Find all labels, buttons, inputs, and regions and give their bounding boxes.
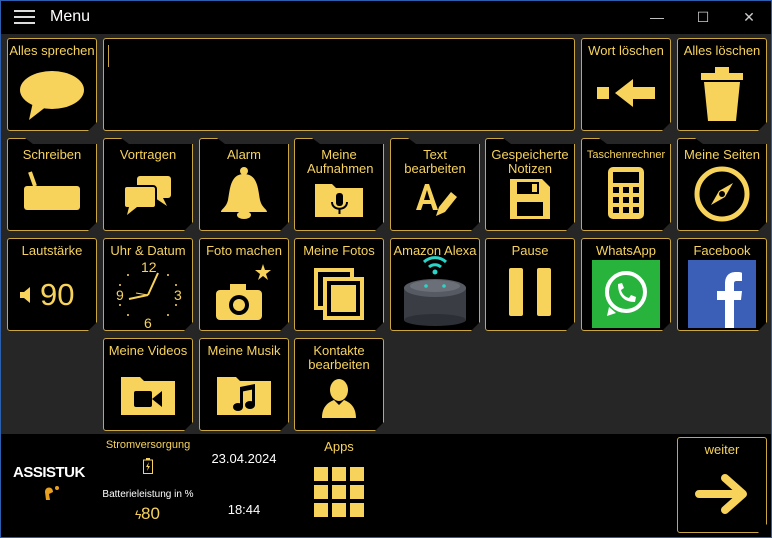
maximize-button[interactable]: ☐	[680, 1, 726, 34]
my-videos-button[interactable]: Meine Videos	[103, 338, 193, 431]
clock-button[interactable]: Uhr & Datum 12 3 6 9	[103, 238, 193, 331]
amazon-alexa-button[interactable]: Amazon Alexa	[390, 238, 480, 331]
arrow-left-icon	[582, 78, 670, 108]
facebook-button[interactable]: Facebook	[677, 238, 767, 331]
title-bar: Menu — ☐ ✕	[1, 1, 771, 34]
window-title: Menu	[50, 8, 91, 25]
text-edit-icon	[391, 176, 479, 220]
delete-all-button[interactable]: Alles löschen	[677, 38, 767, 131]
text-input[interactable]	[103, 38, 575, 131]
present-button[interactable]: Vortragen	[103, 138, 193, 231]
take-photo-label: Foto machen	[206, 243, 282, 258]
speech-bubble-icon	[8, 70, 96, 122]
minimize-button[interactable]: —	[634, 1, 680, 34]
delete-all-label: Alles löschen	[683, 43, 761, 58]
keyboard-icon	[8, 170, 96, 212]
calculator-label: Taschenrechner	[586, 149, 666, 161]
my-videos-label: Meine Videos	[108, 343, 188, 358]
music-folder-icon	[200, 372, 288, 416]
power-label: Stromversorgung	[105, 439, 191, 451]
photos-icon	[295, 268, 383, 320]
recordings-label: Meine Aufnahmen	[307, 147, 374, 176]
edit-contacts-button[interactable]: Kontakte bearbeiten	[294, 338, 384, 431]
status-bar: ASSISTUK Stromversorgung Batterieleistun…	[1, 434, 771, 537]
battery-value: 80	[141, 504, 160, 523]
my-music-button[interactable]: Meine Musik	[199, 338, 289, 431]
write-label: Schreiben	[22, 147, 82, 162]
speaker-icon	[20, 287, 32, 308]
time-text: 18:44	[227, 502, 261, 517]
assistuk-logo: ASSISTUK	[13, 464, 95, 504]
bell-icon	[200, 166, 288, 220]
text-caret	[108, 45, 109, 67]
delete-word-button[interactable]: Wort löschen	[581, 38, 671, 131]
whatsapp-icon	[582, 260, 670, 328]
edit-text-button[interactable]: Text bearbeiten	[390, 138, 480, 231]
microphone-folder-icon	[295, 180, 383, 218]
volume-button[interactable]: Lautstärke 90	[7, 238, 97, 331]
take-photo-button[interactable]: Foto machen	[199, 238, 289, 331]
close-button[interactable]: ✕	[726, 1, 771, 34]
floppy-disk-icon	[486, 178, 574, 220]
camera-icon	[200, 264, 288, 322]
facebook-icon	[678, 260, 766, 328]
date-text: 23.04.2024	[211, 451, 277, 466]
pause-icon	[486, 268, 574, 316]
speak-all-button[interactable]: Alles sprechen	[7, 38, 97, 131]
my-music-label: Meine Musik	[207, 343, 281, 358]
echo-speaker-icon	[391, 254, 479, 326]
battery-icon	[143, 458, 153, 479]
calculator-icon	[582, 166, 670, 220]
saved-notes-button[interactable]: Gespeicherte Notizen	[485, 138, 575, 231]
pause-label: Pause	[511, 243, 549, 258]
write-button[interactable]: Schreiben	[7, 138, 97, 231]
edit-contacts-label: Kontakte bearbeiten	[308, 343, 370, 372]
saved-notes-label: Gespeicherte Notizen	[491, 147, 569, 176]
edit-text-label: Text bearbeiten	[404, 147, 466, 176]
apps-button[interactable]: Apps	[294, 434, 384, 537]
alarm-label: Alarm	[227, 147, 261, 162]
alarm-button[interactable]: Alarm	[199, 138, 289, 231]
compass-icon	[678, 166, 766, 222]
trash-icon	[678, 66, 766, 122]
my-pages-button[interactable]: Meine Seiten	[677, 138, 767, 231]
arrow-right-icon	[678, 474, 766, 514]
battery-label: Batterieleistung in %	[102, 489, 194, 500]
clock-numeral-9: 9	[116, 287, 124, 303]
clock-icon: 12 3 6 9	[104, 259, 192, 331]
next-button[interactable]: weiter	[677, 437, 767, 533]
recordings-button[interactable]: Meine Aufnahmen	[294, 138, 384, 231]
video-folder-icon	[104, 372, 192, 416]
clock-numeral-12: 12	[141, 259, 157, 275]
whatsapp-label: WhatsApp	[596, 243, 656, 258]
present-label: Vortragen	[119, 147, 177, 162]
clock-label: Uhr & Datum	[110, 243, 186, 258]
speak-all-label: Alles sprechen	[9, 43, 95, 58]
my-photos-button[interactable]: Meine Fotos	[294, 238, 384, 331]
pause-button[interactable]: Pause	[485, 238, 575, 331]
my-photos-label: Meine Fotos	[303, 243, 375, 258]
contact-icon	[295, 378, 383, 418]
delete-word-label: Wort löschen	[588, 43, 664, 58]
apps-grid-icon	[314, 467, 364, 522]
calculator-button[interactable]: Taschenrechner	[581, 138, 671, 231]
facebook-label: Facebook	[693, 243, 751, 258]
hamburger-menu-icon[interactable]	[14, 10, 35, 24]
apps-label: Apps	[324, 439, 354, 454]
volume-label: Lautstärke	[21, 243, 83, 258]
volume-value: 90	[40, 277, 75, 312]
next-label: weiter	[704, 442, 740, 457]
my-pages-label: Meine Seiten	[684, 147, 760, 162]
clock-numeral-6: 6	[144, 315, 152, 331]
chat-bubbles-icon	[104, 176, 192, 216]
logo-text: ASSISTUK	[13, 464, 85, 481]
clock-numeral-3: 3	[174, 287, 182, 303]
whatsapp-button[interactable]: WhatsApp	[581, 238, 671, 331]
app-window: Menu — ☐ ✕ Alles sprechen Wort löschen A…	[0, 0, 772, 538]
